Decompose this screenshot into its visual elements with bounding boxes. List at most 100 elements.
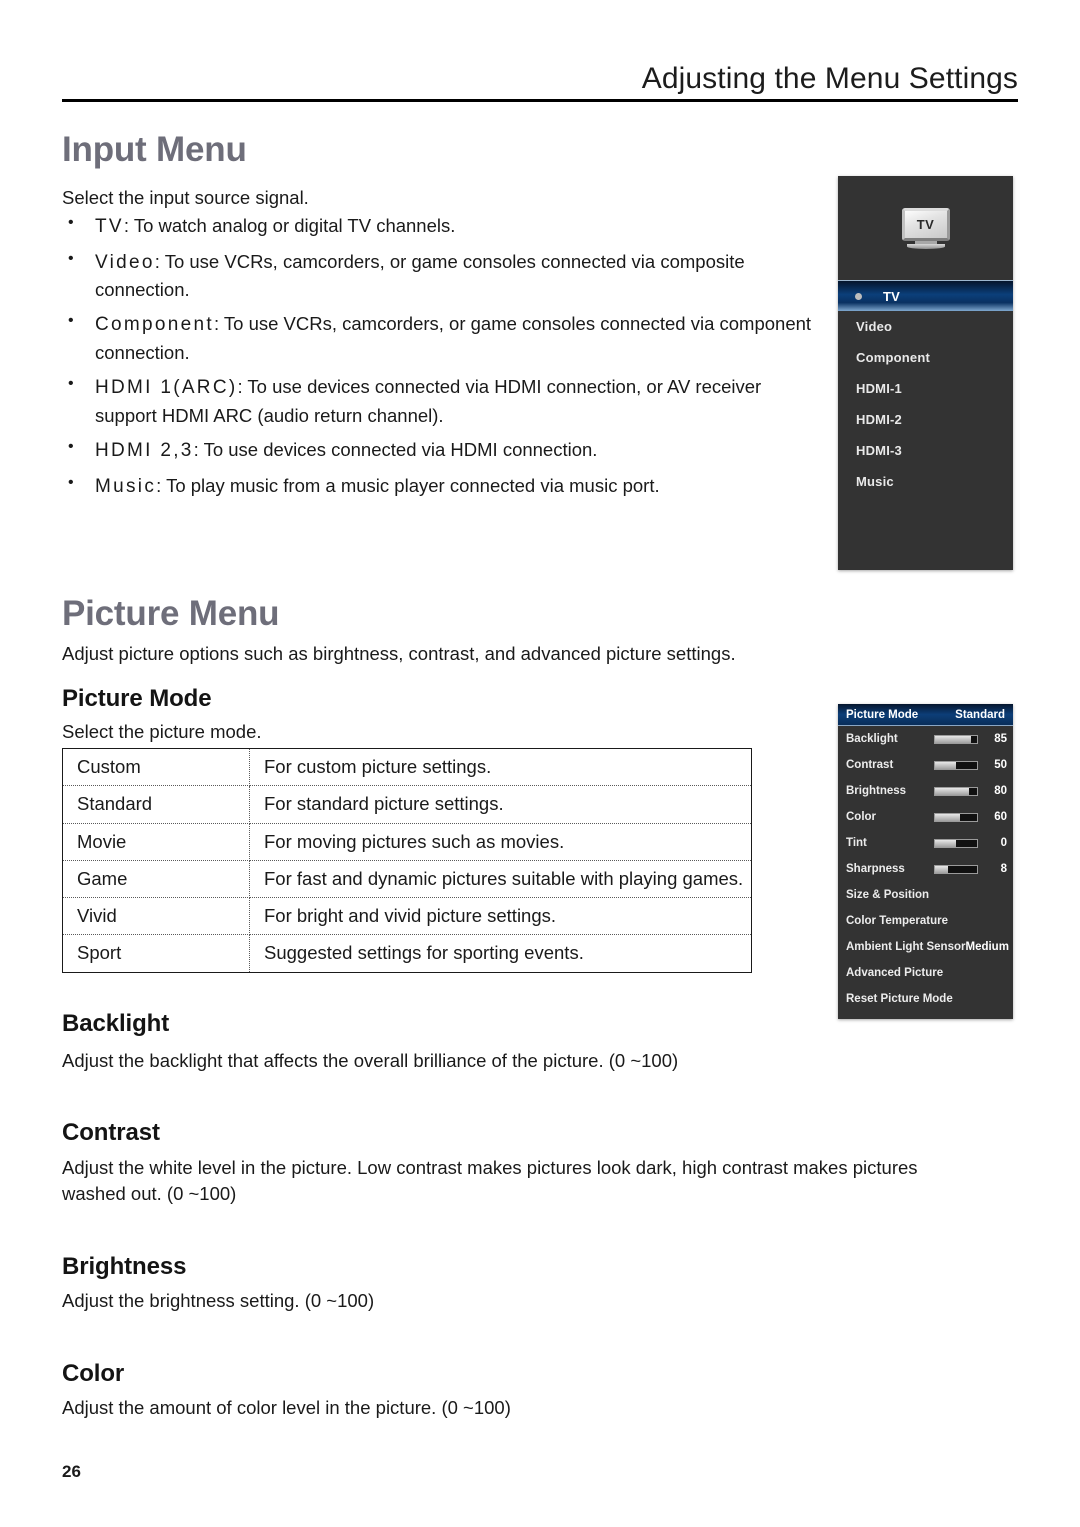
input-bullet-description: To use VCRs, camcorders, or game console… — [95, 250, 745, 301]
input-source-item-music[interactable]: Music — [838, 466, 1013, 497]
section-body-brightness: Adjust the brightness setting. (0 ~100) — [62, 1290, 375, 1311]
picture-osd-row-label: Tint — [846, 837, 867, 849]
picture-osd-row-color-temperature[interactable]: Color Temperature — [838, 908, 1013, 934]
tv-icon-bezel: TV — [901, 208, 950, 241]
picture-osd-slider[interactable] — [934, 812, 978, 822]
picture-mode-table: Custom For custom picture settings. Standa… — [62, 748, 752, 973]
picture-osd-row-value: 80 — [994, 785, 1007, 797]
picture-mode-table-inner: Custom For custom picture settings. Standa… — [63, 749, 751, 972]
picture-osd-row-reset-picture-mode[interactable]: Reset Picture Mode — [838, 986, 1013, 1012]
picture-osd-row-sharpness[interactable]: Sharpness 8 — [838, 856, 1013, 882]
table-row: Vivid For bright and vivid picture settin… — [63, 897, 751, 936]
section-heading-color: Color — [62, 1360, 125, 1387]
table-row: Game For fast and dynamic pictures suitab… — [63, 860, 751, 899]
input-source-item-label: Video — [856, 319, 893, 334]
input-bullet-term: TV — [95, 216, 124, 237]
picture-menu-intro: Adjust picture options such as birghtnes… — [62, 643, 736, 664]
input-bullet-separator: : — [123, 215, 134, 236]
table-row: Standard For standard picture settings. — [63, 785, 751, 824]
picture-osd-row-backlight[interactable]: Backlight 85 — [838, 726, 1013, 752]
picture-osd-row-color[interactable]: Color 60 — [838, 804, 1013, 830]
picture-osd-slider[interactable] — [934, 786, 978, 796]
table-row: Sport Suggested settings for sporting eve… — [63, 934, 751, 972]
picture-osd-row-tint[interactable]: Tint 0 — [838, 830, 1013, 856]
picture-osd-row-label: Color Temperature — [846, 915, 949, 927]
picture-osd-row-contrast[interactable]: Contrast 50 — [838, 752, 1013, 778]
input-bullet-item: Video: To use VCRs, camcorders, or game … — [62, 247, 822, 304]
picture-osd-row-value: 0 — [1000, 837, 1007, 849]
input-source-item-component[interactable]: Component — [838, 342, 1013, 373]
input-bullet-item: TV: To watch analog or digital TV channe… — [62, 211, 822, 241]
input-bullet-separator: : — [193, 438, 204, 460]
picture-osd-title-label: Picture Mode — [846, 708, 919, 721]
input-source-item-label: HDMI-3 — [856, 443, 902, 458]
section-heading-backlight: Backlight — [62, 1010, 170, 1037]
input-bullet-term: HDMI 2,3 — [95, 439, 194, 461]
input-bullet-term: Component — [95, 314, 214, 336]
picture-mode-description: For moving pictures such as movies. — [249, 823, 751, 861]
section-heading-brightness: Brightness — [62, 1253, 187, 1280]
picture-mode-intro: Select the picture mode. — [62, 721, 262, 742]
input-bullet-description: To watch analog or digital TV channels. — [133, 215, 456, 236]
input-bullet-item: Music: To play music from a music player… — [62, 471, 822, 501]
picture-osd-title-value: Standard — [955, 708, 1005, 721]
picture-osd-row-label: Color — [846, 811, 877, 823]
picture-osd-row-value: 50 — [994, 759, 1007, 771]
picture-osd-row-brightness[interactable]: Brightness 80 — [838, 778, 1013, 804]
picture-mode-description: Suggested settings for sporting events. — [264, 942, 584, 964]
picture-osd-list: Backlight 85 Contrast 50 Brightness 80 Color 60… — [838, 726, 1013, 1012]
input-bullet-separator: : — [156, 474, 167, 496]
input-source-item-video[interactable]: Video — [838, 311, 1013, 342]
input-bullet-description: To use devices connected via HDMI connec… — [203, 438, 598, 460]
picture-mode-heading: Picture Mode — [62, 685, 212, 712]
picture-osd-slider[interactable] — [934, 864, 978, 874]
table-row: Custom For custom picture settings. — [63, 749, 751, 787]
section-heading-contrast: Contrast — [62, 1119, 160, 1146]
picture-osd-row-label: Size & Position — [846, 889, 930, 901]
picture-mode-description: For standard picture settings. — [249, 785, 751, 824]
section-body-contrast: Adjust the white level in the picture. L… — [62, 1157, 918, 1205]
picture-osd-slider[interactable] — [934, 734, 978, 744]
selected-bullet-icon — [855, 292, 862, 300]
input-bullet-term: Music — [95, 475, 157, 497]
input-source-item-hdmi-3[interactable]: HDMI-3 — [838, 435, 1013, 466]
page-header: Adjusting the Menu Settings — [62, 62, 1018, 102]
picture-osd-row-value: 60 — [994, 811, 1007, 823]
picture-osd-slider[interactable] — [934, 760, 978, 770]
picture-osd-slider[interactable] — [934, 838, 978, 848]
picture-mode-description: For custom picture settings. — [249, 749, 751, 787]
picture-mode-name: Standard — [63, 785, 250, 824]
picture-osd-row-ambient-light-sensor[interactable]: Ambient Light Sensor Medium — [838, 934, 1013, 960]
input-source-item-tv[interactable]: TV — [838, 280, 1013, 311]
tv-monitor-icon: TV — [901, 208, 950, 249]
input-bullet-description: To play music from a music player connec… — [166, 474, 660, 496]
input-menu-bullet-list: TV: To watch analog or digital TV channe… — [62, 211, 822, 507]
table-row: Movie For moving pictures such as movies. — [63, 823, 751, 861]
input-source-list: TV Video Component HDMI-1 HDMI-2 HDMI-3 Music — [838, 280, 1013, 497]
page-number: 26 — [62, 1462, 81, 1481]
picture-mode-name: Sport — [63, 934, 250, 972]
tv-icon-base — [906, 244, 945, 249]
picture-osd-slider-fill — [935, 813, 961, 821]
input-bullet-separator: : — [237, 376, 248, 398]
input-bullet-separator: : — [154, 250, 165, 272]
input-bullet-item: HDMI 1(ARC): To use devices connected vi… — [62, 372, 822, 429]
input-bullet-term: HDMI 1(ARC) — [95, 377, 238, 399]
input-source-item-hdmi-2[interactable]: HDMI-2 — [838, 404, 1013, 435]
picture-osd-slider-fill — [935, 761, 956, 769]
section-body-color: Adjust the amount of color level in the … — [62, 1397, 511, 1418]
picture-osd-row-size-position[interactable]: Size & Position — [838, 882, 1013, 908]
input-source-item-hdmi-1[interactable]: HDMI-1 — [838, 373, 1013, 404]
picture-mode-name: Custom — [63, 749, 250, 787]
picture-osd-row-label: Backlight — [846, 733, 898, 745]
picture-osd-row-advanced-picture[interactable]: Advanced Picture — [838, 960, 1013, 986]
picture-osd-row-label: Reset Picture Mode — [846, 993, 953, 1005]
picture-osd-row-label: Ambient Light Sensor — [846, 941, 966, 953]
input-bullet-separator: : — [213, 313, 224, 335]
picture-mode-description: For fast and dynamic pictures suitable w… — [249, 860, 751, 899]
picture-osd-slider-fill — [935, 865, 948, 873]
input-source-item-label: Music — [856, 474, 894, 489]
picture-mode-name: Movie — [63, 823, 250, 861]
input-menu-heading: Input Menu — [62, 130, 247, 169]
picture-menu-heading: Picture Menu — [62, 594, 280, 633]
